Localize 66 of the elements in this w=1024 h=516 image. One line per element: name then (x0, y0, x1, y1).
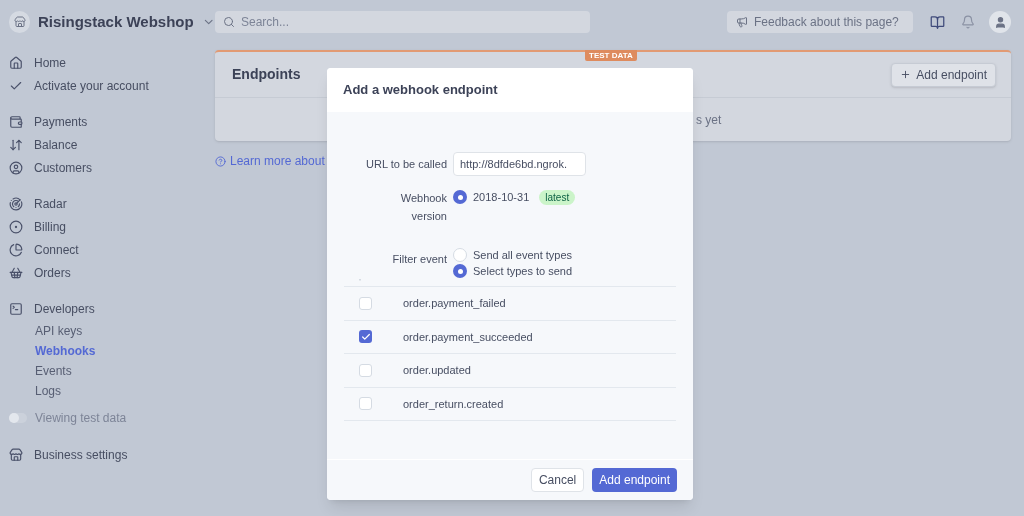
person-icon (9, 161, 23, 175)
sidebar-item[interactable]: Business settings (34, 446, 128, 464)
sidebar-item[interactable]: Developers (34, 300, 95, 318)
checkbox[interactable] (359, 330, 372, 344)
empty-state-text: s yet (696, 111, 722, 129)
search-field[interactable]: Search... (215, 11, 590, 33)
event-label: order.payment_failed (403, 296, 506, 311)
radio-label: 2018-10-31 (473, 189, 530, 205)
sidebar-item[interactable]: Activate your account (34, 77, 149, 95)
radio-button[interactable] (453, 264, 467, 278)
avatar-icon[interactable] (989, 11, 1011, 33)
checkbox[interactable] (359, 296, 372, 310)
workspace-name[interactable]: Risingstack Webshop (38, 11, 194, 34)
radio-button[interactable] (453, 190, 467, 204)
store-icon (9, 448, 23, 462)
search-icon (223, 16, 235, 28)
field-label: Filter event (391, 252, 447, 267)
sidebar-item[interactable]: Billing (34, 218, 66, 236)
card-title: Endpoints (232, 65, 301, 84)
toggle-switch[interactable] (9, 412, 27, 423)
sidebar-item[interactable]: Customers (34, 159, 92, 177)
pie-icon (9, 243, 23, 257)
radio-button[interactable] (453, 248, 467, 262)
radar-icon (9, 197, 23, 211)
plus-icon (900, 69, 912, 80)
learn-more-link[interactable]: Learn more about (230, 152, 325, 170)
radio-label: Select types to send (473, 263, 573, 279)
test-data-badge: TEST DATA (585, 50, 637, 61)
add-endpoint-button[interactable]: Add endpoint (891, 62, 996, 87)
dot-circle-icon (9, 220, 23, 234)
sidebar-item[interactable]: Payments (34, 113, 88, 131)
event-label: order.updated (403, 363, 471, 378)
url-field[interactable]: http://8dfde6bd.ngrok. (453, 152, 586, 176)
megaphone-icon (736, 16, 748, 28)
latest-badge: latest (539, 189, 576, 205)
book-icon[interactable] (930, 14, 945, 30)
cancel-button[interactable]: Cancel (530, 468, 585, 492)
wallet-icon (9, 115, 23, 129)
checkbox[interactable] (359, 363, 372, 377)
event-label: order_return.created (403, 396, 504, 412)
feedback-button[interactable]: Feedback about this page? (727, 11, 913, 33)
toggle-label: Viewing test data (35, 409, 127, 427)
sidebar-item[interactable]: Radar (34, 195, 67, 213)
dialog-title: Add a webhook endpoint (343, 81, 498, 100)
radio-label: Send all event types (473, 247, 573, 263)
terminal-icon (9, 302, 23, 316)
sidebar-item[interactable]: Connect (34, 241, 79, 259)
checkbox[interactable] (359, 397, 372, 411)
basket-icon (9, 266, 23, 280)
check-icon (9, 79, 23, 93)
sidebar-item[interactable]: Balance (34, 136, 78, 154)
sidebar-subitem[interactable]: API keys (35, 320, 83, 341)
event-label: order.payment_succeeded (403, 329, 533, 345)
sidebar-item[interactable]: Home (34, 54, 66, 72)
sidebar-subitem[interactable]: Webhooks (35, 340, 96, 361)
arrows-icon (9, 138, 23, 152)
store-icon (9, 11, 31, 34)
sidebar-subitem[interactable]: Logs (35, 380, 62, 401)
bell-icon[interactable] (961, 15, 975, 29)
field-label: Webhook version (399, 191, 447, 224)
field-label: URL to be called (365, 156, 447, 172)
sidebar-item[interactable]: Orders (34, 264, 71, 282)
sidebar-subitem[interactable]: Events (35, 360, 72, 381)
add-endpoint-button[interactable]: Add endpoint (592, 468, 677, 492)
home-icon (9, 56, 23, 70)
help-icon (215, 155, 226, 167)
